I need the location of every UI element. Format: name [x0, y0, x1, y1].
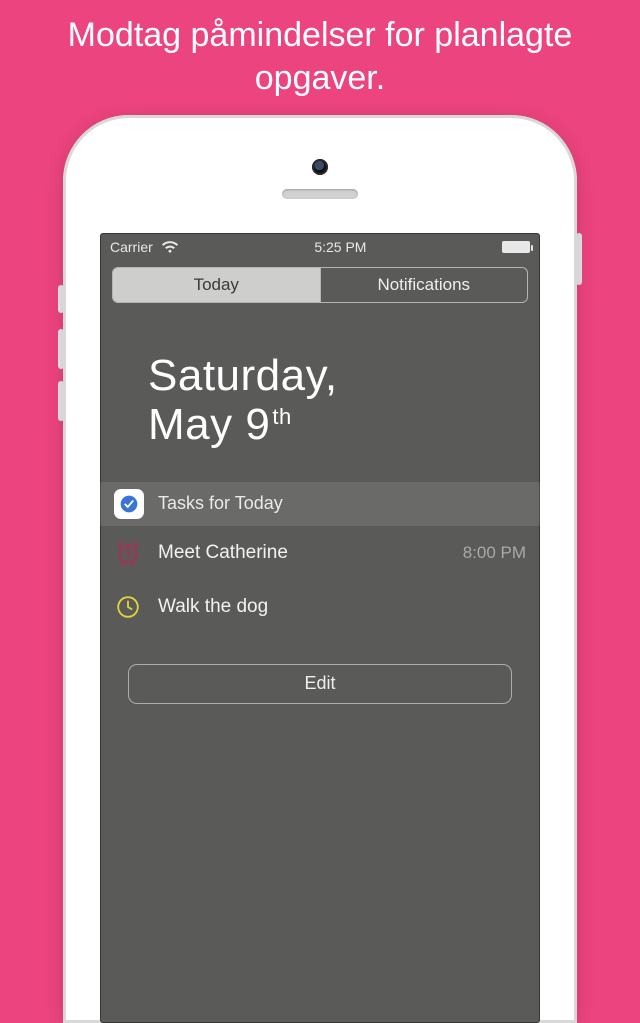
task-title: Meet Catherine	[158, 542, 447, 564]
date-ordinal: th	[272, 404, 291, 429]
task-row[interactable]: Meet Catherine 8:00 PM	[100, 526, 540, 580]
tab-today[interactable]: Today	[113, 268, 320, 302]
clock-icon	[114, 593, 142, 621]
task-time: 8:00 PM	[463, 543, 526, 563]
phone-frame: Carrier 5:25 PM Today Notifications Sat	[63, 115, 577, 1023]
task-title: Walk the dog	[158, 596, 510, 618]
carrier-label: Carrier	[110, 239, 153, 255]
date-month-day: May 9	[148, 400, 270, 449]
date-heading: Saturday, May 9th	[100, 303, 540, 482]
widget-header: Tasks for Today	[100, 482, 540, 526]
edit-button[interactable]: Edit	[128, 664, 512, 704]
tab-notifications[interactable]: Notifications	[320, 268, 528, 302]
battery-icon	[502, 241, 530, 253]
widget-title: Tasks for Today	[158, 493, 283, 514]
front-camera	[312, 159, 328, 175]
clock-label: 5:25 PM	[314, 239, 366, 255]
wifi-icon	[161, 240, 179, 254]
task-row[interactable]: Walk the dog	[100, 580, 540, 634]
segmented-control: Today Notifications	[112, 267, 528, 303]
status-bar: Carrier 5:25 PM	[100, 233, 540, 261]
promo-headline: Modtag påmindelser for planlagte opgaver…	[0, 0, 640, 109]
screen: Carrier 5:25 PM Today Notifications Sat	[100, 233, 540, 1023]
speaker-grille	[282, 189, 358, 199]
date-weekday: Saturday,	[148, 351, 520, 400]
alarm-icon	[114, 539, 142, 567]
tasks-app-icon	[114, 489, 144, 519]
